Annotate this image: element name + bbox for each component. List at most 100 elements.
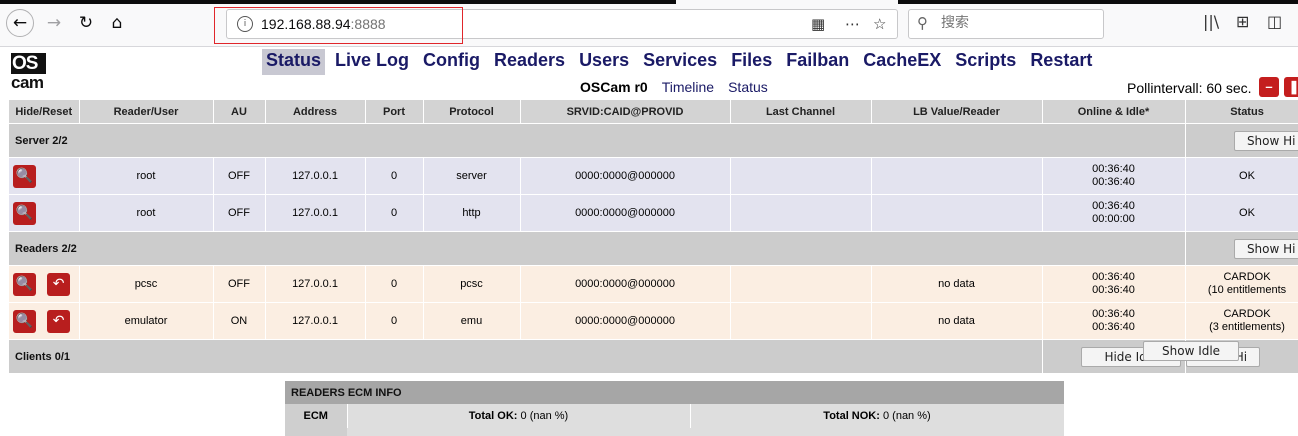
online-time: 00:36:40 (1043, 271, 1185, 284)
idle-time: 00:36:40 (1043, 176, 1185, 189)
menu-failban[interactable]: Failban (782, 49, 853, 75)
submenu-status[interactable]: Status (728, 79, 768, 95)
cell-status: OK (1185, 195, 1298, 232)
cell-srvid: 0000:0000@000000 (520, 158, 730, 195)
show-idle-button[interactable]: Show Idle (1143, 341, 1239, 361)
poll-decrease-button[interactable]: – (1259, 77, 1279, 97)
row-actions: 🔍 (9, 158, 79, 195)
cell-online-idle: 00:36:4000:36:40 (1042, 303, 1185, 340)
cell-last-channel (730, 266, 871, 303)
cell-status: CARDOK(3 entitlements) (1185, 303, 1298, 340)
client-group-label: Clients 0/1 (9, 340, 1042, 374)
table-row: 🔍 root OFF 127.0.0.1 0 http 0000:0000@00… (9, 195, 1298, 232)
poll-interval-label: Pollintervall: 60 sec. (1127, 80, 1252, 96)
ecm-nok-value: 0 (nan %) (883, 410, 931, 422)
menu-users[interactable]: Users (575, 49, 633, 75)
cell-address: 127.0.0.1 (265, 266, 365, 303)
menu-scripts[interactable]: Scripts (951, 49, 1020, 75)
browser-toolbar: ← → ↻ ⌂ i 192.168.88.94:8888 ▦ ⋯ ☆ ⚲ ||\… (0, 0, 1298, 47)
reset-icon[interactable]: ↶ (47, 310, 70, 333)
reset-icon[interactable]: ↶ (47, 273, 70, 296)
cell-name: emulator (79, 303, 213, 340)
menu-config[interactable]: Config (419, 49, 484, 75)
search-box[interactable]: ⚲ (908, 9, 1104, 39)
col-reader-user: Reader/User (79, 100, 213, 124)
menu-cacheex[interactable]: CacheEX (859, 49, 945, 75)
qr-code-icon[interactable]: ▦ (811, 15, 825, 33)
bookmark-star-icon[interactable]: ☆ (873, 15, 886, 33)
cell-port: 0 (365, 303, 423, 340)
zoom-icon[interactable]: 🔍 (13, 273, 36, 296)
cell-port: 0 (365, 158, 423, 195)
logo-os: OS (11, 53, 46, 74)
idle-time: 00:36:40 (1043, 284, 1185, 297)
cell-protocol: http (423, 195, 520, 232)
main-menu: Status Live Log Config Readers Users Ser… (262, 49, 1102, 75)
zoom-icon[interactable]: 🔍 (13, 165, 36, 188)
col-au: AU (213, 100, 265, 124)
search-icon: ⚲ (917, 14, 928, 32)
zoom-icon[interactable]: 🔍 (13, 310, 36, 333)
menu-live-log[interactable]: Live Log (331, 49, 413, 75)
sub-menu: OSCam r0 Timeline Status (580, 79, 782, 95)
zoom-icon[interactable]: 🔍 (13, 202, 36, 225)
search-input[interactable] (939, 14, 1093, 32)
ecm-ok-value: 0 (nan %) (521, 410, 569, 422)
cell-protocol: server (423, 158, 520, 195)
row-actions: 🔍 ↶ (9, 303, 79, 340)
cell-srvid: 0000:0000@000000 (520, 195, 730, 232)
cell-last-channel (730, 158, 871, 195)
active-tab[interactable] (676, 0, 898, 4)
url-highlight-box (214, 7, 463, 44)
cell-protocol: pcsc (423, 266, 520, 303)
forward-icon[interactable]: → (40, 9, 68, 37)
cell-lb: no data (871, 266, 1042, 303)
cell-last-channel (730, 195, 871, 232)
menu-readers[interactable]: Readers (490, 49, 569, 75)
entitlements-link[interactable]: (10 entitlements (1186, 284, 1298, 297)
cell-name: pcsc (79, 266, 213, 303)
entitlements-link[interactable]: (3 entitlements) (1186, 321, 1298, 334)
library-icon[interactable]: ||\ (1203, 12, 1219, 31)
table-row: 🔍 root OFF 127.0.0.1 0 server 0000:0000@… (9, 158, 1298, 195)
col-online-idle: Online & Idle* (1042, 100, 1185, 124)
ecm-ok-label: Total OK: (469, 410, 518, 422)
show-hidden-servers-button[interactable]: Show Hi (1234, 131, 1298, 151)
home-icon[interactable]: ⌂ (103, 9, 131, 37)
cell-protocol: emu (423, 303, 520, 340)
menu-files[interactable]: Files (727, 49, 776, 75)
ecm-info-table: READERS ECM INFO ECM Total OK: 0 (nan %)… (285, 381, 1065, 436)
oscam-logo[interactable]: OS cam (11, 53, 47, 89)
submenu-timeline[interactable]: Timeline (662, 79, 714, 95)
menu-status[interactable]: Status (262, 49, 325, 75)
cell-au: OFF (213, 158, 265, 195)
status-table: Hide/Reset Reader/User AU Address Port P… (9, 100, 1298, 374)
cell-au: ON (213, 303, 265, 340)
idle-time: 00:00:00 (1043, 213, 1185, 226)
show-hidden-readers-button[interactable]: Show Hi (1234, 239, 1298, 259)
pause-button[interactable]: ❚ (1284, 77, 1298, 97)
reader-group-label: Readers 2/2 (9, 232, 1185, 266)
cell-online-idle: 00:36:4000:36:40 (1042, 158, 1185, 195)
online-time: 00:36:40 (1043, 200, 1185, 213)
back-icon[interactable]: ← (6, 9, 34, 37)
screenshot-icon[interactable]: ⊞ (1236, 12, 1249, 31)
cell-status: OK (1185, 158, 1298, 195)
sidebar-icon[interactable]: ◫ (1267, 12, 1282, 31)
menu-services[interactable]: Services (639, 49, 721, 75)
cell-address: 127.0.0.1 (265, 195, 365, 232)
more-icon[interactable]: ⋯ (845, 15, 860, 33)
ecm-label: ECM (285, 404, 347, 428)
menu-restart[interactable]: Restart (1026, 49, 1096, 75)
col-status: Status (1185, 100, 1298, 124)
row-actions: 🔍 (9, 195, 79, 232)
tab-strip (0, 0, 1298, 4)
online-time: 00:36:40 (1043, 163, 1185, 176)
cell-lb: no data (871, 303, 1042, 340)
reload-icon[interactable]: ↻ (72, 9, 100, 37)
version-label: OSCam r0 (580, 79, 648, 95)
logo-cam: cam (11, 73, 44, 93)
server-group-actions: Show Hi (1185, 124, 1298, 158)
status-text: CARDOK (1186, 308, 1298, 321)
online-time: 00:36:40 (1043, 308, 1185, 321)
